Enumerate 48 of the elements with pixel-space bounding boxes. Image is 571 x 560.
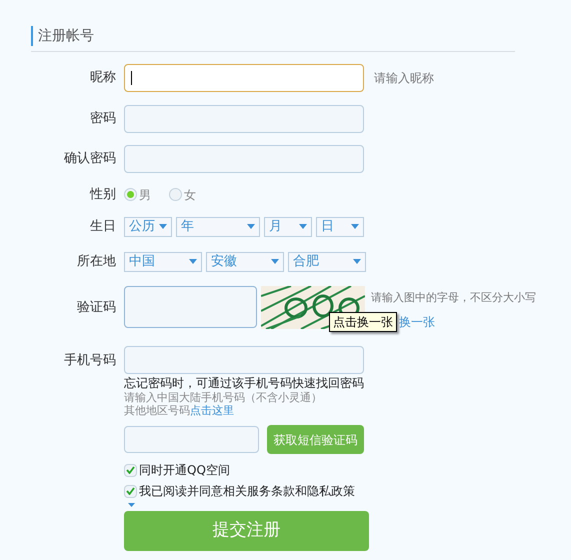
- radio-label: 女: [184, 186, 196, 204]
- field-label: 生日: [89, 218, 117, 236]
- radio-button[interactable]: [124, 188, 137, 202]
- caret-icon: [351, 224, 359, 229]
- caret-icon: [299, 224, 307, 229]
- sms-code-field[interactable]: [124, 426, 259, 453]
- submit-button[interactable]: 提交注册: [124, 511, 369, 551]
- tooltip: 点击换一张: [329, 312, 397, 332]
- refresh-captcha-link[interactable]: 换一张: [399, 313, 435, 331]
- dropdown[interactable]: 安徽: [206, 252, 284, 272]
- radio-label: 男: [139, 186, 151, 204]
- checkbox-label: 我已阅读并同意相关服务条款和隐私政策: [139, 483, 355, 500]
- nickname-field[interactable]: [124, 64, 364, 92]
- field-label: 验证码: [76, 298, 117, 316]
- caret-icon: [353, 259, 361, 264]
- hint-text: 请输入中国大陆手机号码（不含小灵通）: [124, 391, 323, 404]
- field-label: 确认密码: [63, 150, 117, 168]
- caret-icon: [189, 259, 197, 264]
- section-title: 注册帐号: [38, 26, 94, 46]
- field-label: 所在地: [76, 252, 117, 271]
- hint-text: 其他地区号码: [124, 404, 190, 417]
- field-label: 手机号码: [63, 352, 117, 370]
- dropdown[interactable]: 中国: [124, 252, 202, 272]
- password-field[interactable]: [124, 105, 364, 133]
- dropdown[interactable]: 日: [316, 216, 364, 236]
- caret-icon: [271, 259, 279, 264]
- checkbox[interactable]: [124, 464, 137, 476]
- field-label: 密码: [89, 110, 117, 128]
- captcha-field[interactable]: [124, 286, 257, 328]
- dropdown[interactable]: 月: [264, 216, 312, 236]
- dropdown[interactable]: 年: [176, 216, 260, 236]
- radio-button[interactable]: [169, 188, 182, 202]
- checkbox-label: 同时开通QQ空间: [139, 462, 230, 479]
- get-sms-code-button[interactable]: 获取短信验证码: [267, 425, 364, 454]
- hint-text: 请输入昵称: [374, 70, 434, 87]
- dropdown[interactable]: 合肥: [288, 252, 366, 272]
- field-label: 昵称: [89, 69, 117, 88]
- other-region-link[interactable]: 点击这里: [190, 404, 234, 417]
- confirm-password-field[interactable]: [124, 145, 364, 173]
- field-label: 性别: [88, 186, 117, 204]
- checkbox[interactable]: [124, 484, 137, 498]
- dropdown[interactable]: 公历: [124, 216, 172, 236]
- caret-icon: [159, 224, 167, 229]
- note-text: 忘记密码时，可通过该手机号码快速找回密码: [124, 375, 365, 391]
- caret-icon: [128, 503, 135, 507]
- phone-field[interactable]: [124, 346, 364, 374]
- caret-icon: [247, 224, 255, 229]
- hint-text: 请输入图中的字母，不区分大小写: [371, 290, 536, 306]
